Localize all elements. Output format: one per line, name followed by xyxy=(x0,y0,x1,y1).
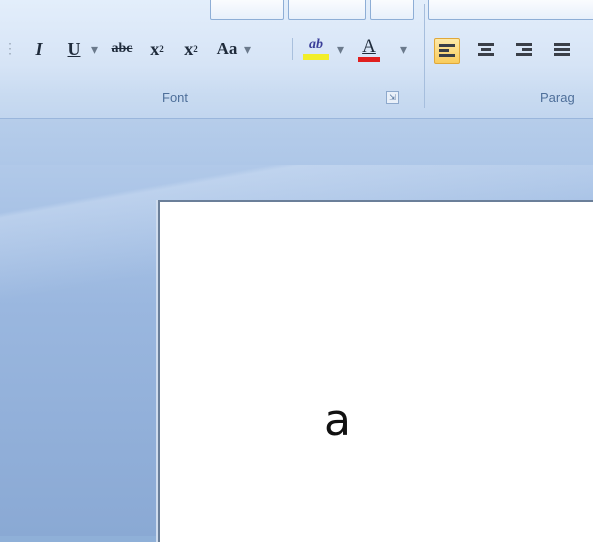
font-color-dropdown-arrow[interactable]: ▾ xyxy=(400,34,407,64)
align-center-button[interactable] xyxy=(474,38,498,62)
underline-dropdown-arrow[interactable]: ▾ xyxy=(91,34,98,64)
separator xyxy=(292,38,293,60)
align-right-button[interactable] xyxy=(512,38,536,62)
superscript-mark: 2 xyxy=(193,44,198,54)
change-case-button[interactable]: Aa xyxy=(212,34,242,64)
underline-button[interactable]: U xyxy=(62,34,86,64)
list-buttons[interactable] xyxy=(428,0,593,20)
align-right-icon xyxy=(516,43,532,57)
highlight-color-bar xyxy=(303,54,329,60)
document-workspace: a xyxy=(0,119,593,542)
paragraph-group-label: Parag xyxy=(540,90,575,105)
font-color-bar xyxy=(358,56,380,62)
document-text[interactable]: a xyxy=(324,395,351,446)
change-case-dropdown-arrow[interactable]: ▾ xyxy=(244,34,251,64)
subscript-button[interactable]: x2 xyxy=(144,34,170,64)
grow-shrink-buttons[interactable] xyxy=(288,0,366,20)
justify-button[interactable] xyxy=(550,38,574,62)
superscript-x: x xyxy=(184,38,194,59)
highlight-button[interactable]: ab xyxy=(300,34,332,64)
subscript-x: x xyxy=(150,38,160,59)
justify-icon xyxy=(554,43,570,57)
font-color-a-icon: A xyxy=(362,35,376,57)
superscript-button[interactable]: x2 xyxy=(178,34,204,64)
font-size-box[interactable] xyxy=(210,0,284,20)
clear-formatting-button[interactable] xyxy=(370,0,414,20)
font-format-row: ⋮ I U ▾ abc x2 x2 Aa ▾ ab ▾ A ▾ xyxy=(0,34,425,64)
strikethrough-button[interactable]: abc xyxy=(106,34,138,64)
ribbon: ⋮ I U ▾ abc x2 x2 Aa ▾ ab ▾ A ▾ Font ⇲ P… xyxy=(0,0,593,119)
align-left-button[interactable] xyxy=(434,38,460,64)
ruler-band xyxy=(0,119,593,165)
italic-button[interactable]: I xyxy=(28,34,50,64)
highlight-pen-icon: ab xyxy=(309,37,323,52)
font-group-label: Font xyxy=(162,90,189,105)
document-page[interactable]: a xyxy=(158,200,593,542)
font-color-button[interactable]: A xyxy=(356,34,382,64)
bold-button-edge[interactable]: ⋮ xyxy=(3,34,17,64)
ribbon-top-strip xyxy=(0,0,593,22)
font-dialog-launcher-icon[interactable]: ⇲ xyxy=(386,91,399,104)
group-divider xyxy=(424,4,425,108)
subscript-mark: 2 xyxy=(159,44,164,54)
highlight-dropdown-arrow[interactable]: ▾ xyxy=(337,34,344,64)
align-left-icon xyxy=(439,44,455,58)
align-center-icon xyxy=(478,43,494,57)
